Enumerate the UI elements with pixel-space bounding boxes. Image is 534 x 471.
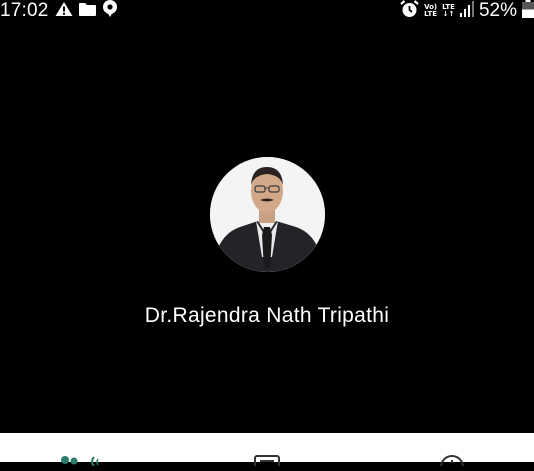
alarm-icon bbox=[400, 0, 419, 23]
clock: 17:02 bbox=[0, 0, 49, 21]
volte-bottom: LTE bbox=[424, 10, 438, 18]
battery-percent: 52% bbox=[478, 0, 517, 21]
nav-info[interactable] bbox=[437, 453, 477, 471]
battery-icon bbox=[522, 0, 534, 23]
volte-indicator: Vo) LTE bbox=[424, 4, 437, 18]
chat-bubble-icon bbox=[102, 0, 118, 22]
contact-profile: Dr.Rajendra Nath Tripathi bbox=[0, 22, 534, 433]
notes-icon bbox=[254, 455, 280, 469]
signal-icon bbox=[459, 0, 474, 22]
status-bar-right: Vo) LTE LTE ↓↑ 52% bbox=[400, 0, 534, 22]
person-photo-icon bbox=[210, 157, 325, 272]
status-bar-left: 17:02 bbox=[0, 0, 118, 22]
data-bottom: ↓↑ bbox=[442, 10, 455, 18]
nav-contacts[interactable] bbox=[60, 453, 100, 467]
info-icon bbox=[440, 455, 464, 471]
folder-icon bbox=[78, 2, 96, 21]
contact-photo[interactable] bbox=[210, 157, 325, 272]
nav-notes[interactable] bbox=[253, 453, 293, 469]
warning-icon bbox=[55, 1, 73, 22]
contacts-icon bbox=[61, 456, 99, 467]
bottom-nav bbox=[0, 433, 534, 471]
contact-name: Dr.Rajendra Nath Tripathi bbox=[144, 304, 390, 327]
data-indicator: LTE ↓↑ bbox=[442, 4, 455, 18]
status-bar: 17:02 Vo) LTE LTE ↓↑ 52% bbox=[0, 0, 534, 22]
